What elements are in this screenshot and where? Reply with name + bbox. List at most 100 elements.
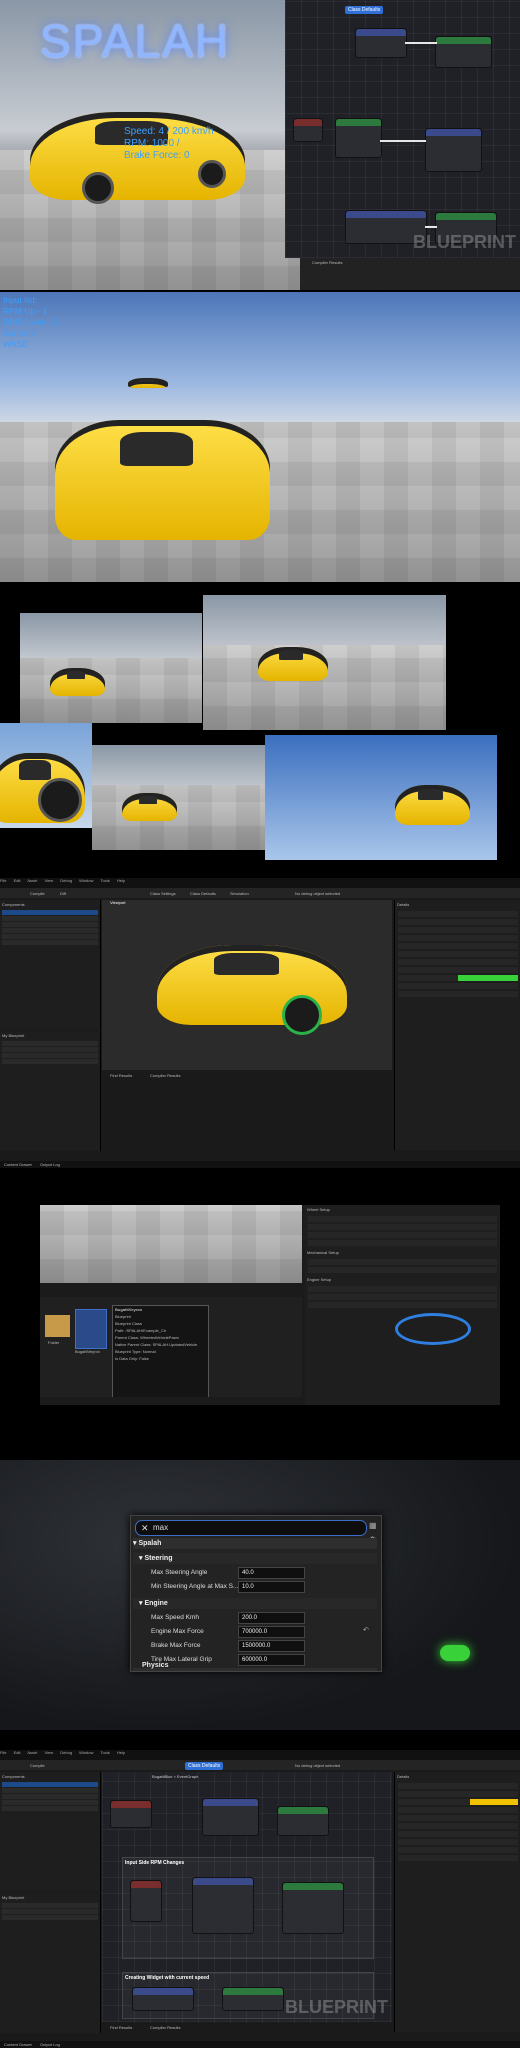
- bp-node: [192, 1877, 254, 1934]
- vehicle-details: Wheel Setup Mechanical Setup Engine Setu…: [305, 1205, 500, 1405]
- menu-debug[interactable]: Debug: [60, 878, 72, 883]
- components-title: Components: [2, 902, 25, 907]
- compile-button[interactable]: Compile: [30, 891, 45, 896]
- details-popup: ✕ max ▦ ⚙ ▾ Spalah ▾ Steering Max Steeri…: [130, 1515, 382, 1672]
- menu-debug[interactable]: Debug: [60, 1750, 72, 1755]
- category-physics[interactable]: [133, 1668, 377, 1671]
- exec-wire: [405, 42, 437, 44]
- tire-max-lateral-grip-field[interactable]: 600000.0: [238, 1654, 305, 1666]
- menu-edit[interactable]: Edit: [14, 878, 21, 883]
- menu-asset[interactable]: Asset: [27, 1750, 37, 1755]
- folder-icon[interactable]: [45, 1315, 70, 1337]
- comment-title: Input Side RPM Changes: [125, 1860, 185, 1866]
- debug-filter[interactable]: No debug object selected: [295, 1763, 340, 1768]
- menu-view[interactable]: View: [45, 878, 54, 883]
- screenshot-collage: [0, 595, 520, 865]
- graph-breadcrumb: BugattiBlue > EventGraph: [152, 1774, 199, 1779]
- output-log-button[interactable]: Output Log: [40, 1162, 60, 1167]
- menu-window[interactable]: Window: [79, 878, 93, 883]
- thumb-5: [265, 735, 497, 860]
- category-engine[interactable]: ▾ Engine: [133, 1598, 377, 1609]
- engine-setup-section[interactable]: Engine Setup: [305, 1275, 500, 1284]
- gameplay-sky: [0, 292, 520, 442]
- details-title: Details: [397, 902, 410, 907]
- hero-rear-wheel: [198, 160, 226, 188]
- bp-node: [132, 1987, 194, 2011]
- asset-thumbnail[interactable]: [75, 1309, 107, 1349]
- thumb-2: [203, 595, 446, 730]
- menu-file[interactable]: File: [0, 1750, 6, 1755]
- close-icon[interactable]: ✕: [141, 1521, 149, 1535]
- menu-bar: File Edit Asset View Debug Window Tools …: [0, 1750, 520, 1760]
- find-results-tab[interactable]: Find Results: [110, 2025, 132, 2030]
- bp-node: [335, 118, 382, 158]
- viewport[interactable]: [102, 900, 392, 1070]
- class-defaults-button[interactable]: Class Defaults: [185, 1762, 224, 1770]
- folder-label: Folder: [48, 1340, 60, 1345]
- class-defaults-button[interactable]: Class Defaults: [190, 891, 216, 896]
- search-input[interactable]: max: [153, 1521, 168, 1535]
- editor-toolbar: Compile Class Defaults No debug object s…: [0, 1760, 520, 1770]
- bp-node: [202, 1798, 259, 1836]
- menu-file[interactable]: File: [0, 878, 6, 883]
- my-blueprint-title: My Blueprint: [2, 1033, 25, 1038]
- highlight-circle: [395, 1313, 471, 1345]
- find-results-tab[interactable]: Find Results: [110, 1073, 132, 1078]
- menu-window[interactable]: Window: [79, 1750, 93, 1755]
- min-steering-angle-field[interactable]: 10.0: [238, 1581, 305, 1593]
- details-search-field[interactable]: ✕ max: [135, 1520, 367, 1536]
- category-physics-label[interactable]: Physics: [142, 1662, 168, 1669]
- output-log-button[interactable]: Output Log: [40, 2042, 60, 2047]
- mechanical-setup-section[interactable]: Mechanical Setup: [305, 1248, 500, 1257]
- compiler-results-tab[interactable]: Compiler Results: [150, 2025, 180, 2030]
- diff-button[interactable]: Diff: [60, 891, 66, 896]
- grid-icon[interactable]: ▦: [369, 1521, 377, 1530]
- debug-filter[interactable]: No debug object selected: [295, 891, 340, 896]
- asset-label: BugattiVeyron: [75, 1349, 100, 1354]
- simulation-button[interactable]: Simulation: [230, 891, 249, 896]
- wheel-setup-section[interactable]: Wheel Setup: [305, 1205, 500, 1214]
- my-blueprint-panel: My Blueprint: [0, 1893, 101, 2033]
- my-blueprint-panel: My Blueprint: [0, 1031, 101, 1151]
- viewport-tab[interactable]: Viewport: [110, 900, 126, 905]
- menu-edit[interactable]: Edit: [14, 1750, 21, 1755]
- engine-max-force-label: Engine Max Force: [151, 1628, 204, 1635]
- compiler-results-tab[interactable]: Compiler Results: [312, 260, 342, 265]
- gameplay-panel: Input list: RPM Up - 1 RPM Down - 2 Cont…: [0, 292, 520, 582]
- content-drawer-button[interactable]: Content Drawer: [4, 2042, 32, 2047]
- hero-panel: SPALAH Speed: 4 / 200 km/h RPM: 1000 / B…: [0, 0, 520, 290]
- compile-button[interactable]: Compile: [30, 1763, 45, 1768]
- editor-graph-panel: File Edit Asset View Debug Window Tools …: [0, 1750, 520, 2048]
- category-spalah[interactable]: ▾ Spalah: [133, 1538, 377, 1549]
- bp-node: [110, 1800, 152, 1828]
- content-drawer-button[interactable]: Content Drawer: [4, 1162, 32, 1167]
- thumb-1: [20, 613, 202, 723]
- hero-blueprint-graph: Class Defaults BLUEPRINT: [285, 0, 520, 258]
- menu-tools[interactable]: Tools: [100, 878, 109, 883]
- bp-node: [277, 1806, 329, 1836]
- menu-help[interactable]: Help: [117, 878, 125, 883]
- category-steering[interactable]: ▾ Steering: [133, 1553, 377, 1564]
- menu-tools[interactable]: Tools: [100, 1750, 109, 1755]
- class-defaults-button[interactable]: Class Defaults: [345, 6, 384, 14]
- brake-max-force-field[interactable]: 1500000.0: [238, 1640, 305, 1652]
- exec-wire: [380, 140, 426, 142]
- event-graph[interactable]: BugattiBlue > EventGraph Input Side RPM …: [102, 1772, 392, 2022]
- speed-hud: Speed: 4 / 200 km/h RPM: 1000 / Brake Fo…: [124, 126, 214, 161]
- bp-node: [222, 1987, 284, 2011]
- reset-arrow-icon[interactable]: ↶: [363, 1626, 369, 1634]
- hero-front-wheel: [82, 172, 114, 204]
- max-speed-field[interactable]: 200.0: [238, 1612, 305, 1624]
- thumb-4: [92, 745, 267, 850]
- category-label: Engine: [144, 1600, 168, 1607]
- menu-view[interactable]: View: [45, 1750, 54, 1755]
- category-label: Steering: [144, 1555, 173, 1562]
- class-settings-button[interactable]: Class Settings: [150, 891, 176, 896]
- menu-help[interactable]: Help: [117, 1750, 125, 1755]
- details-panel: Details: [394, 900, 520, 1150]
- compiler-results-tab[interactable]: Compiler Results: [150, 1073, 180, 1078]
- engine-max-force-field[interactable]: 700000.0: [238, 1626, 305, 1638]
- max-steering-angle-field[interactable]: 40.0: [238, 1567, 305, 1579]
- category-label: Spalah: [138, 1540, 162, 1547]
- menu-asset[interactable]: Asset: [27, 878, 37, 883]
